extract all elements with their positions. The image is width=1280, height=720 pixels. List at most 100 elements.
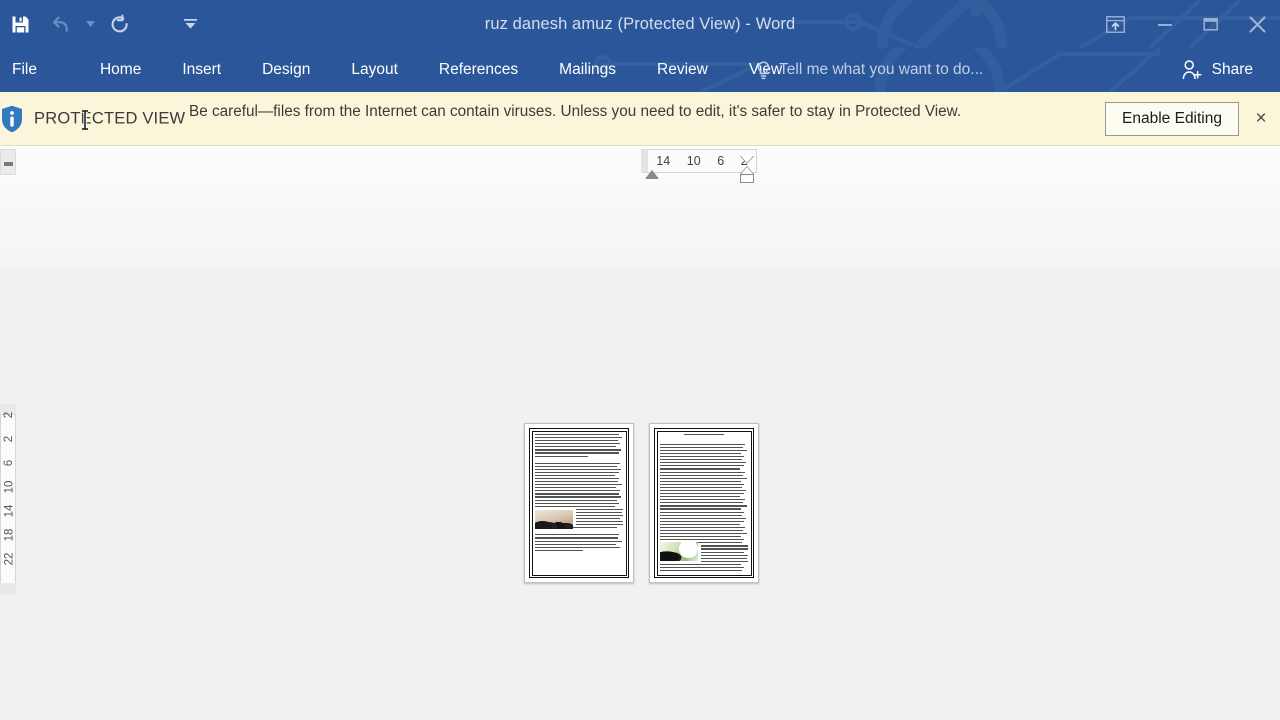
text-line (701, 551, 745, 553)
vruler-mark-4: 14 (2, 504, 15, 518)
title-bar: ruz danesh amuz (Protected View) - Word (0, 0, 1280, 48)
share-label: Share (1211, 61, 1253, 78)
text-line (660, 471, 746, 473)
text-line (660, 443, 746, 445)
vruler-mark-6: 22 (2, 552, 15, 566)
enable-editing-button[interactable]: Enable Editing (1105, 101, 1239, 136)
minimize-icon (1158, 24, 1172, 26)
undo-button[interactable] (40, 4, 80, 44)
word-window: ruz danesh amuz (Protected View) - Word (0, 0, 1280, 720)
text-line (701, 554, 748, 556)
undo-dropdown-button[interactable] (80, 4, 100, 44)
text-line (660, 508, 741, 510)
text-line (535, 505, 616, 507)
text-line (660, 462, 747, 464)
protected-view-message: Be careful—files from the Internet can c… (189, 103, 962, 120)
tab-home[interactable]: Home (85, 48, 156, 92)
text-line (535, 455, 588, 457)
mouse-cursor-ibeam (82, 110, 88, 130)
vruler-mark-5: 18 (2, 528, 15, 542)
text-line (660, 529, 743, 532)
text-line (535, 481, 618, 483)
text-line (660, 496, 741, 498)
tab-review[interactable]: Review (642, 48, 723, 92)
page-1-content (535, 434, 623, 572)
document-workspace[interactable]: 14 10 6 2 2 2 6 10 14 18 22 (0, 146, 1280, 720)
page-2-image (660, 542, 698, 561)
repeat-button[interactable] (100, 4, 140, 44)
text-line (660, 493, 744, 495)
text-line (660, 459, 742, 461)
hruler-mark-6: 6 (717, 154, 725, 168)
text-line (660, 563, 741, 565)
text-line (535, 468, 622, 470)
document-page-1[interactable] (524, 423, 634, 583)
text-line (535, 478, 620, 480)
ruler-corner-tab[interactable] (0, 149, 16, 175)
save-icon (12, 16, 28, 32)
ribbon-tabs-bar: File Home Insert Design Layout Reference… (0, 48, 1280, 92)
text-line (660, 511, 745, 513)
save-button[interactable] (0, 4, 40, 44)
text-line (535, 534, 620, 536)
text-line (535, 540, 623, 542)
text-line (660, 502, 743, 504)
close-button[interactable] (1234, 0, 1280, 48)
text-line (535, 443, 621, 445)
text-line (576, 508, 623, 510)
text-line (576, 521, 623, 523)
close-protected-view-bar-button[interactable]: × (1248, 106, 1274, 132)
restore-button[interactable] (1188, 0, 1234, 48)
tab-design[interactable]: Design (247, 48, 325, 92)
undo-icon (52, 16, 68, 32)
minimize-button[interactable] (1142, 0, 1188, 48)
restore-icon (1203, 18, 1218, 31)
left-indent-box-marker[interactable] (740, 174, 754, 183)
tab-mailings[interactable]: Mailings (544, 48, 631, 92)
window-controls (1088, 0, 1280, 48)
document-page-2[interactable] (649, 423, 759, 583)
text-line (535, 543, 616, 545)
hruler-mark-10: 10 (686, 154, 701, 168)
text-line (576, 524, 623, 526)
tab-layout[interactable]: Layout (336, 48, 413, 92)
hanging-indent-marker[interactable] (740, 156, 754, 164)
close-icon (1248, 15, 1266, 33)
share-button[interactable]: Share (1175, 55, 1263, 85)
text-line (535, 440, 618, 442)
text-line (535, 493, 619, 495)
text-line (660, 465, 744, 467)
vruler-mark-1: 2 (3, 435, 15, 443)
chevron-down-icon (183, 19, 197, 29)
tell-me-search[interactable]: Tell me what you want to do... (756, 48, 983, 92)
info-shield-icon (2, 105, 22, 133)
chevron-down-icon (85, 21, 95, 27)
tab-references[interactable]: References (424, 48, 533, 92)
tab-insert[interactable]: Insert (167, 48, 236, 92)
tab-file[interactable]: File (0, 48, 51, 92)
text-line (535, 434, 620, 436)
ribbon-display-options-button[interactable] (1088, 0, 1142, 48)
text-line (660, 474, 743, 476)
first-line-indent-marker[interactable] (645, 170, 659, 179)
text-line (701, 560, 748, 562)
text-line (660, 456, 745, 458)
text-line (535, 449, 622, 451)
customize-qat-button[interactable] (170, 4, 210, 44)
text-line (535, 462, 621, 464)
text-line (660, 446, 743, 449)
ribbon-tab-list: File Home Insert Design Layout Reference… (0, 48, 797, 92)
lightbulb-icon (757, 60, 770, 79)
text-line (660, 539, 745, 541)
text-line (660, 480, 741, 482)
text-line (660, 449, 748, 452)
person-add-icon (1182, 60, 1202, 80)
vertical-ruler[interactable]: 2 2 6 10 14 18 22 (0, 412, 16, 584)
text-line (535, 549, 584, 551)
text-line (660, 505, 748, 507)
quick-access-toolbar (0, 0, 210, 48)
text-line (535, 446, 616, 448)
text-line (576, 518, 620, 520)
page-1-image (535, 510, 573, 529)
left-indent-marker[interactable] (740, 166, 754, 174)
